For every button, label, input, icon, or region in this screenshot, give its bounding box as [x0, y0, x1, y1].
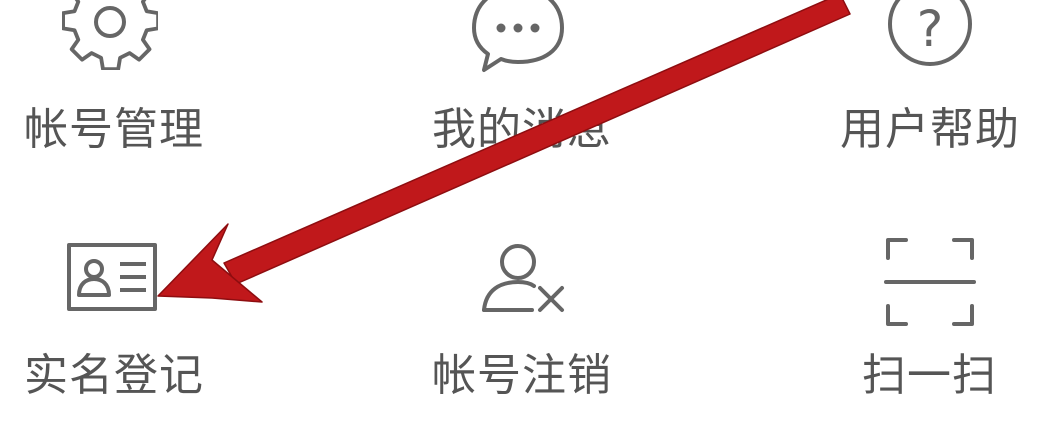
scan-icon: [884, 238, 976, 326]
menu-item-label: 扫一扫: [862, 350, 997, 401]
menu-item-real-name-registration[interactable]: 实名登记: [0, 222, 260, 422]
id-card-icon: [67, 243, 157, 311]
user-remove-icon: [482, 244, 564, 312]
menu-item-label: 用户帮助: [840, 104, 1020, 155]
chat-bubble-icon: [472, 0, 564, 72]
menu-item-label: 实名登记: [24, 350, 204, 401]
menu-item-label: 帐号管理: [24, 104, 204, 155]
svg-text:?: ?: [917, 0, 944, 58]
menu-item-account-cancellation[interactable]: 帐号注销: [400, 222, 660, 422]
menu-item-account-management[interactable]: 帐号管理: [0, 0, 260, 200]
menu-item-my-messages[interactable]: 我的消息: [400, 0, 660, 200]
menu-item-scan[interactable]: 扫一扫: [800, 222, 1038, 422]
gear-icon: [62, 0, 158, 70]
help-circle-icon: ?: [888, 0, 972, 66]
menu-item-label: 帐号注销: [432, 350, 612, 401]
menu-item-label: 我的消息: [432, 104, 612, 155]
menu-item-user-help[interactable]: ? 用户帮助: [800, 0, 1038, 200]
